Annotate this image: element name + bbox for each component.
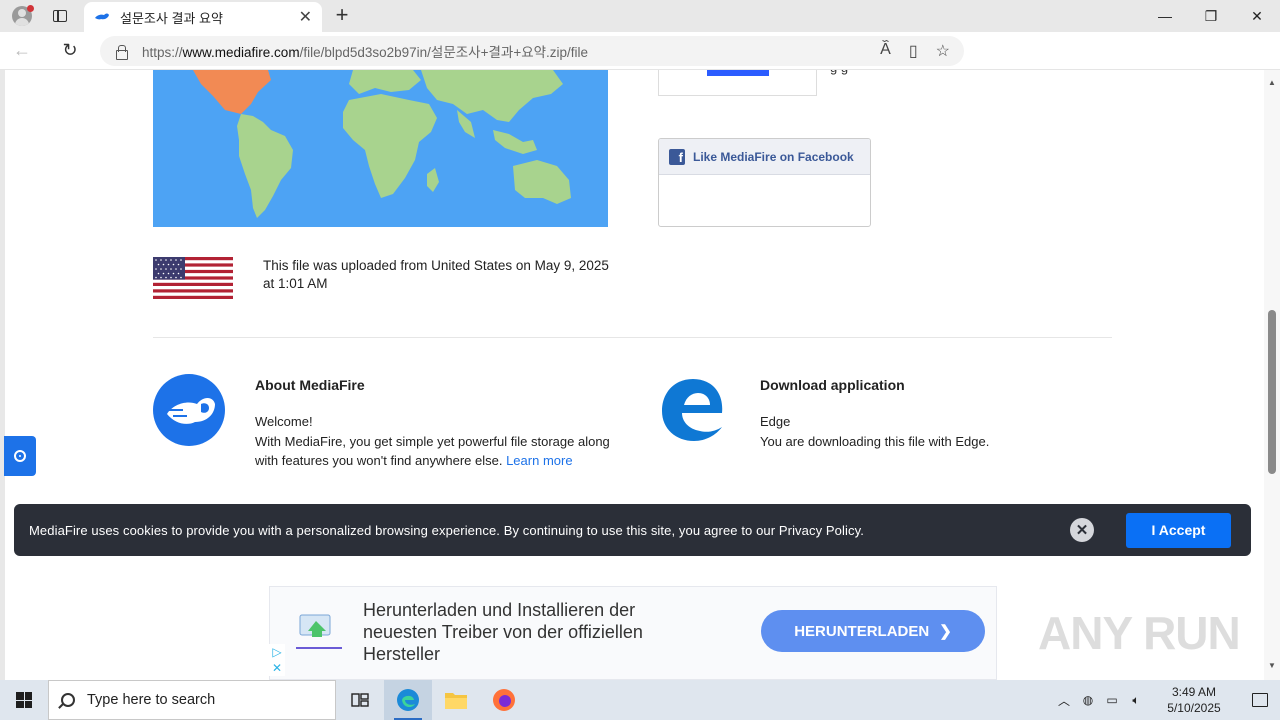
ad-close-icon[interactable]: ✕ [269,660,285,676]
facebook-like-widget[interactable]: f Like MediaFire on Facebook [658,138,871,227]
about-text: Welcome! With MediaFire, you get simple … [255,412,625,471]
page-scrollbar[interactable]: ▲ ▼ [1264,70,1280,680]
driver-download-icon [296,613,342,653]
notifications-button[interactable] [1240,693,1280,707]
tray-app-icon[interactable]: ◍ [1076,693,1100,707]
cookie-message: MediaFire uses cookies to provide you wi… [29,522,864,538]
social-widget-top [658,70,817,96]
ad-text[interactable]: Herunterladen und Installieren der neues… [363,599,703,665]
window-controls: — ❐ ✕ [1142,0,1280,32]
tab-close-icon[interactable]: ✕ [299,7,312,27]
task-view-icon [351,693,369,707]
clock-time: 3:49 AM [1171,685,1217,699]
tab-actions-icon [53,10,67,22]
network-icon[interactable]: ▭ [1100,693,1124,707]
lock-icon[interactable] [114,44,128,60]
edge-taskbar-icon [397,689,419,711]
facebook-icon: f [669,148,685,165]
restore-button[interactable]: ❐ [1188,0,1234,32]
tab-title: 설문조사 결과 요약 [120,10,223,26]
download-app-body: You are downloading this file with Edge. [760,433,990,449]
refresh-button[interactable]: ↻ [48,32,92,70]
edge-logo-icon [660,375,726,443]
social-widget-bar [707,70,769,76]
feedback-icon [14,450,26,462]
ad-download-button[interactable]: HERUNTERLADEN ❯ [761,610,985,652]
windows-logo-icon [16,692,32,708]
system-tray: ︿ ◍ ▭ 🔈︎ 3:49 AM 5/10/2025 [1052,680,1280,720]
windows-taskbar: Type here to search ︿ ◍ ▭ 🔈︎ 3:49 AM 5/1… [0,680,1280,720]
adchoices[interactable]: ▷ ✕ [269,644,285,676]
upload-info-text: This file was uploaded from United State… [263,258,609,291]
side-feedback-button[interactable] [4,436,36,476]
profile-notification-dot [27,5,34,12]
browser-titlebar: 설문조사 결과 요약 ✕ + — ❐ ✕ [0,0,1280,32]
taskbar-search[interactable]: Type here to search [48,680,336,720]
anyrun-watermark: ANY RUN [1038,607,1241,659]
scrollbar-thumb[interactable] [1268,310,1276,474]
cookie-close-button[interactable]: ✕ [1070,518,1094,542]
new-tab-button[interactable]: + [330,4,354,28]
adchoices-icon[interactable]: ▷ [269,644,285,660]
taskbar-firefox-button[interactable] [480,680,528,720]
tab-active[interactable]: 설문조사 결과 요약 ✕ [84,2,322,32]
learn-more-link[interactable]: Learn more [506,453,572,468]
taskbar-edge-button[interactable] [384,680,432,720]
facebook-like-header[interactable]: f Like MediaFire on Facebook [659,139,870,175]
address-bar-actions: A᷈ ▯ ☆ [880,41,950,61]
profile-button[interactable] [0,0,44,32]
url-text[interactable]: https://www.mediafire.com/file/blpd5d3so… [142,41,880,61]
about-welcome: Welcome! [255,414,313,429]
world-map-graphic [193,70,571,218]
notifications-icon [1252,693,1268,707]
minimize-button[interactable]: — [1142,0,1188,32]
section-divider [153,337,1112,338]
advertisement-banner[interactable]: Herunterladen und Installieren der neues… [269,586,997,680]
scroll-up-icon[interactable]: ▲ [1268,78,1276,87]
download-app-name: Edge [760,414,791,429]
task-view-button[interactable] [336,680,384,720]
search-icon [61,693,75,707]
favorite-star-icon[interactable]: ☆ [936,41,950,61]
page-content: g g f Like MediaFire on Facebook [0,70,1280,680]
immersive-reader-icon[interactable]: ▯ [909,41,918,61]
close-window-button[interactable]: ✕ [1234,0,1280,32]
social-widget-snippet: g g [830,70,848,75]
facebook-like-label[interactable]: Like MediaFire on Facebook [693,150,854,164]
address-bar[interactable]: https://www.mediafire.com/file/blpd5d3so… [100,36,964,66]
mediafire-favicon-icon [94,9,110,25]
mediafire-logo-icon [153,374,225,446]
chevron-right-icon: ❯ [939,623,952,640]
taskbar-explorer-button[interactable] [432,680,480,720]
taskbar-clock[interactable]: 3:49 AM 5/10/2025 [1148,684,1240,716]
search-placeholder: Type here to search [87,692,216,708]
us-flag-icon [153,257,233,299]
download-app-text: Edge You are downloading this file with … [760,412,1060,451]
ad-cta-label: HERUNTERLADEN [794,622,930,640]
accept-cookies-button[interactable]: I Accept [1126,512,1231,548]
firefox-icon [493,689,515,711]
cookie-banner: MediaFire uses cookies to provide you wi… [14,504,1251,556]
volume-icon[interactable]: 🔈︎ [1124,693,1148,708]
folder-icon [445,693,467,709]
scroll-down-icon[interactable]: ▼ [1268,661,1276,670]
upload-location-map [153,70,608,227]
tray-overflow-icon[interactable]: ︿ [1052,692,1076,709]
tab-actions-button[interactable] [44,0,76,32]
about-title: About MediaFire [255,377,365,393]
clock-date: 5/10/2025 [1167,701,1221,715]
read-aloud-icon[interactable]: A᷈ [880,41,891,61]
back-button[interactable]: ← [0,32,44,70]
download-app-title: Download application [760,377,905,393]
left-edge [0,70,5,680]
address-toolbar: ← ↻ https://www.mediafire.com/file/blpd5… [0,32,1280,94]
start-button[interactable] [0,680,48,720]
